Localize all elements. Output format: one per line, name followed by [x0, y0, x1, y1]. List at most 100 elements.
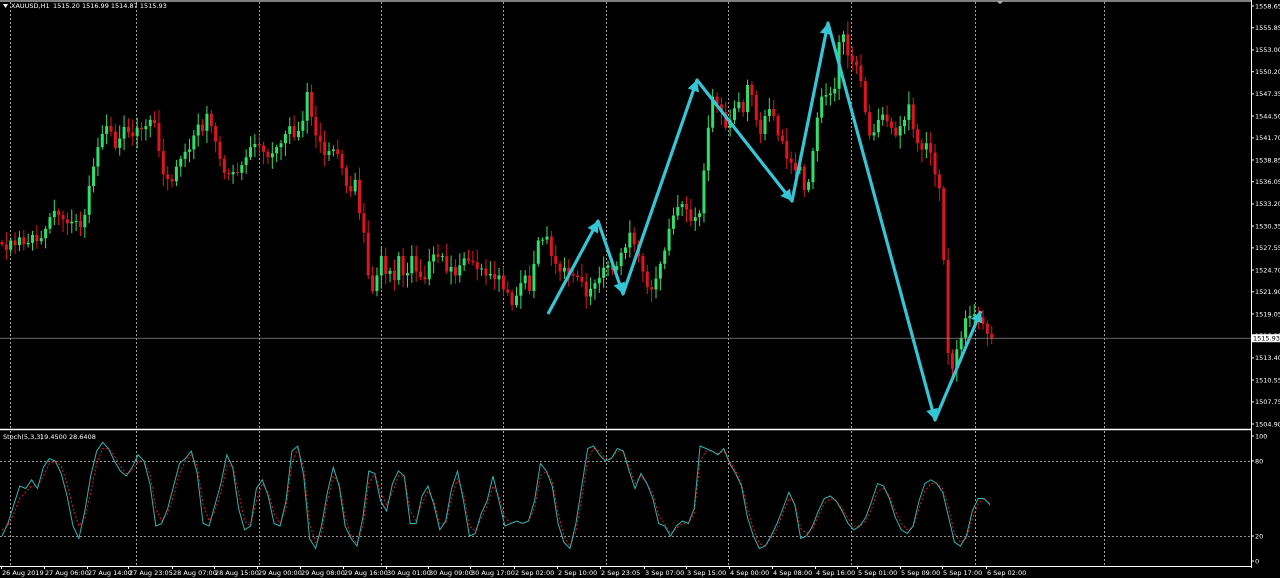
candle-body — [227, 172, 231, 175]
price-tick-label: 1507.75 — [1255, 398, 1280, 406]
candle-body — [589, 288, 593, 297]
time-tick-label: 5 Sep 01:00 — [858, 569, 897, 577]
symbol-title: XAUUSD,H1 — [11, 2, 50, 10]
candle-body — [187, 149, 191, 152]
candle-body — [545, 236, 549, 240]
candle-body — [667, 228, 671, 251]
price-tick-label: 1555.85 — [1255, 24, 1280, 32]
candle-body — [318, 135, 322, 142]
price-tick-label: 1550.20 — [1255, 68, 1280, 76]
candle-body — [942, 188, 946, 260]
candle-body — [881, 114, 885, 120]
candle-body — [279, 143, 283, 148]
candle-body — [964, 318, 968, 338]
candle-body — [467, 258, 471, 261]
candle-body — [968, 315, 972, 319]
candle-body — [737, 102, 741, 109]
candle-body — [366, 232, 370, 276]
candle-body — [423, 277, 427, 280]
candle-body — [13, 240, 17, 246]
candle-body — [497, 275, 501, 280]
candle-body — [458, 265, 462, 276]
candle-body — [44, 228, 48, 239]
candle-body — [57, 210, 61, 215]
candle-body — [493, 273, 497, 280]
candle-body — [201, 124, 205, 131]
candle-body — [35, 235, 39, 242]
time-tick-label: 30 Aug 17:00 — [471, 569, 515, 577]
candle-body — [859, 65, 863, 82]
candle-body — [732, 108, 736, 120]
time-tick-label: 28 Aug 15:00 — [215, 569, 259, 577]
candle-body — [885, 114, 889, 122]
candle-body — [140, 127, 144, 130]
candle-body — [249, 147, 253, 158]
candle-body — [606, 265, 610, 268]
stoch-tick-label: 100 — [1255, 432, 1267, 440]
candle-body — [349, 186, 353, 192]
candle-body — [794, 162, 798, 171]
candle-body — [144, 126, 148, 130]
price-tick-label: 1519.05 — [1255, 310, 1280, 318]
time-tick-label: 29 Aug 00:00 — [258, 569, 302, 577]
candle-body — [820, 96, 824, 118]
candle-body — [484, 268, 488, 276]
candle-body — [894, 127, 898, 136]
candle-body — [440, 256, 444, 258]
candle-body — [767, 109, 771, 117]
time-tick-label: 5 Sep 09:00 — [901, 569, 940, 577]
candle-body — [580, 277, 584, 282]
stoch-tick-label: 80 — [1255, 457, 1263, 465]
candle-body — [772, 109, 776, 117]
candle-body — [323, 141, 327, 155]
candle-body — [985, 323, 989, 334]
candle-body — [911, 104, 915, 130]
candle-body — [855, 61, 859, 66]
candle-body — [253, 144, 257, 148]
chart-background — [0, 0, 1280, 578]
candle-body — [436, 254, 440, 257]
candle-body — [763, 116, 767, 134]
candle-body — [863, 81, 867, 113]
candle-body — [872, 132, 876, 136]
time-tick-label: 28 Aug 07:00 — [173, 569, 217, 577]
candle-body — [929, 143, 933, 153]
price-tick-label: 1547.35 — [1255, 90, 1280, 98]
candle-body — [283, 133, 287, 144]
candle-body — [641, 256, 645, 272]
candle-body — [126, 126, 130, 133]
candle-body — [680, 203, 684, 208]
candle-body — [275, 147, 279, 154]
xauusd-chart[interactable]: 1558.65 1555.85 1553.00 1550.20 1547.35 1544.… — [0, 0, 1280, 578]
price-tick-label: 1530.35 — [1255, 222, 1280, 230]
candle-body — [907, 104, 911, 120]
candle-body — [310, 91, 314, 117]
candle-body — [536, 240, 540, 264]
candle-body — [562, 267, 566, 272]
candle-body — [698, 213, 702, 218]
candle-body — [92, 166, 96, 187]
ohlc-readout: 1515.20 1516.99 1514.87 1515.93 — [53, 2, 167, 10]
candle-body — [392, 270, 396, 281]
time-tick-label: 6 Sep 02:00 — [987, 569, 1026, 577]
time-tick-label: 27 Aug 23:05 — [129, 569, 173, 577]
time-tick-label: 26 Aug 2019 — [2, 569, 44, 577]
candle-body — [654, 278, 658, 290]
candle-body — [475, 262, 479, 270]
candle-body — [388, 270, 392, 274]
time-tick-label: 3 Sep 15:00 — [687, 569, 726, 577]
candle-body — [802, 166, 806, 190]
candle-body — [528, 275, 532, 292]
time-tick-label: 2 Sep 02:00 — [515, 569, 554, 577]
candle-body — [554, 256, 558, 264]
candle-body — [597, 277, 601, 284]
price-tick-label: 1536.05 — [1255, 178, 1280, 186]
candle-body — [841, 34, 845, 43]
candle-body — [432, 254, 436, 262]
candle-body — [959, 337, 963, 350]
candle-body — [663, 250, 667, 264]
candle-body — [100, 133, 104, 148]
candle-body — [109, 126, 113, 132]
price-tick-label: 1541.70 — [1255, 134, 1280, 142]
candle-body — [650, 287, 654, 290]
